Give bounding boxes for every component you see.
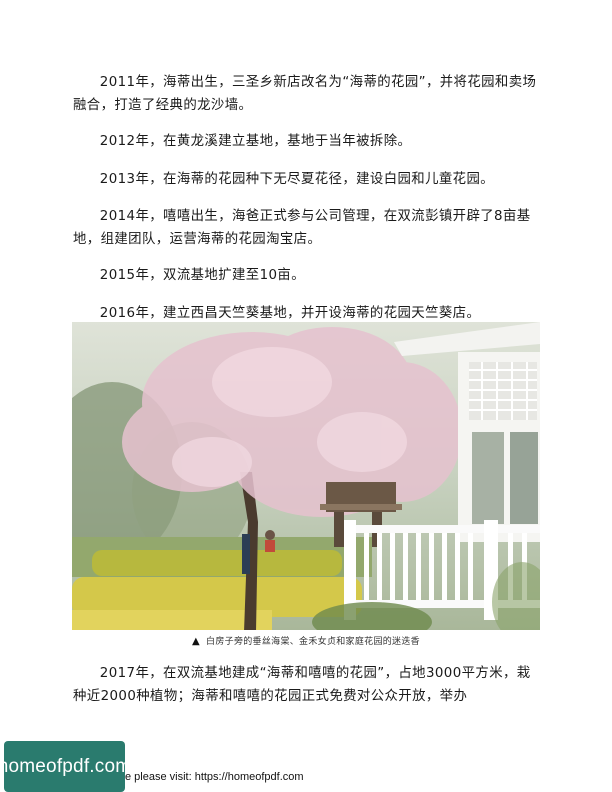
- paragraph-2011: 2011年，海蒂出生，三圣乡新店改名为“海蒂的花园”，并将花园和卖场融合，打造了…: [73, 75, 537, 113]
- garden-photo-illustration: [72, 322, 540, 630]
- paragraph-2017: 2017年，在双流基地建成“海蒂和嘻嘻的花园”，占地3000平方米，栽种近200…: [73, 666, 531, 704]
- paragraph-2015: 2015年，双流基地扩建至10亩。: [99, 268, 306, 283]
- photo-caption: ▲ 白房子旁的垂丝海棠、金禾女贞和家庭花园的迷迭香: [72, 634, 540, 647]
- paragraph-2013: 2013年，在海蒂的花园种下无尽夏花径，建设白园和儿童花园。: [99, 172, 495, 187]
- paragraph-2012: 2012年，在黄龙溪建立基地，基地于当年被拆除。: [99, 134, 412, 149]
- watermark-logo-text: homeofpdf.com: [0, 755, 132, 777]
- watermark-footer-text: e please visit: https://homeofpdf.com: [125, 771, 304, 783]
- garden-photo: [72, 322, 540, 630]
- triangle-marker-icon: ▲: [192, 636, 201, 647]
- paragraph-2014: 2014年，嘻嘻出生，海爸正式参与公司管理，在双流彭镇开辟了8亩基地，组建团队，…: [73, 209, 531, 247]
- watermark-logo[interactable]: homeofpdf.com: [0, 741, 131, 792]
- caption-text: 白房子旁的垂丝海棠、金禾女贞和家庭花园的迷迭香: [206, 637, 420, 647]
